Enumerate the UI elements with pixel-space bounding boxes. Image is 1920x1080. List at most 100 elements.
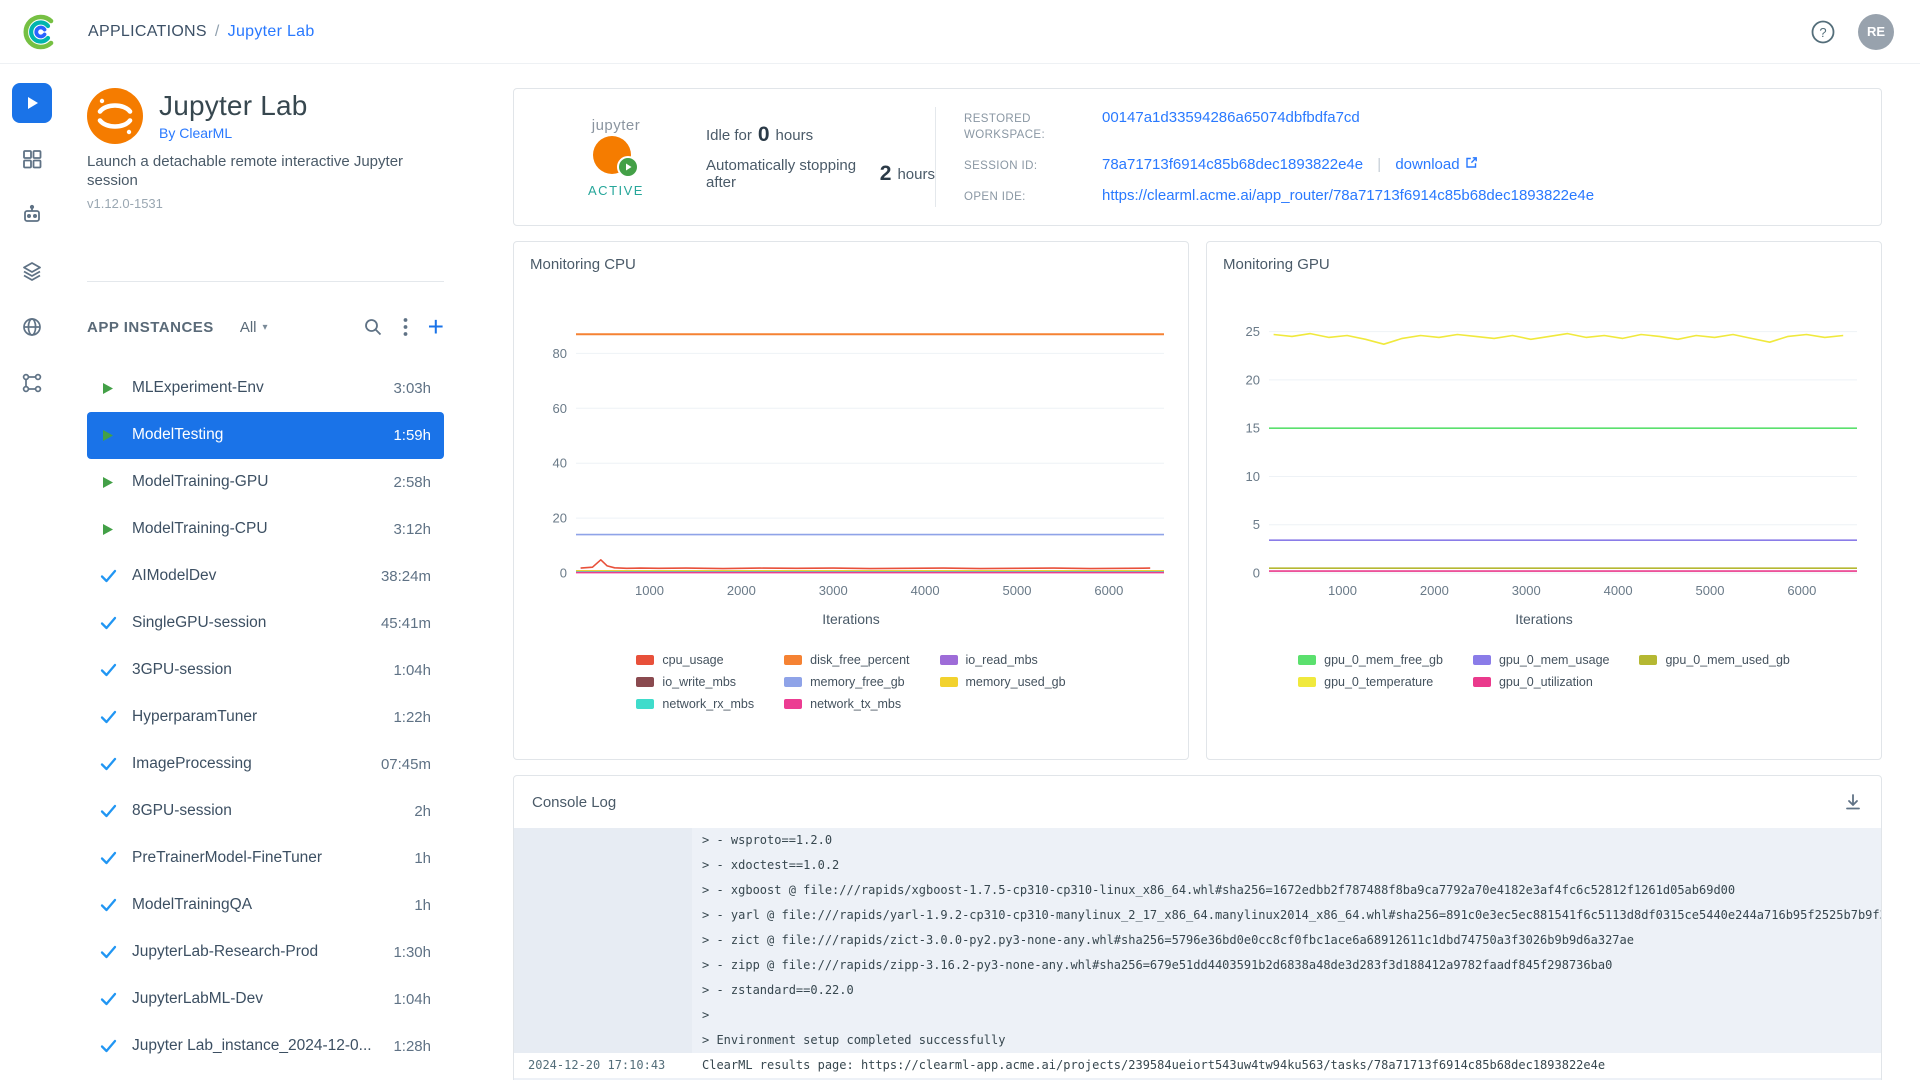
instance-row[interactable]: ModelTrainingQA1h (87, 882, 444, 929)
legend-swatch (636, 677, 654, 687)
legend-item-io_read_mbs[interactable]: io_read_mbs (940, 653, 1066, 667)
log-text: > - yarl @ file:///rapids/yarl-1.9.2-cp3… (692, 903, 1881, 928)
log-timestamp (514, 978, 692, 1003)
legend-item-disk_free_percent[interactable]: disk_free_percent (784, 653, 909, 667)
legend-item-memory_used_gb[interactable]: memory_used_gb (940, 675, 1066, 689)
instance-name: ModelTraining-GPU (132, 473, 393, 491)
log-text: ClearML results page: https://clearml-ap… (692, 1053, 1605, 1078)
instance-row[interactable]: HyperparamTuner1:22h (87, 694, 444, 741)
svg-text:40: 40 (553, 456, 567, 471)
rail-item-projects[interactable] (12, 139, 52, 179)
instance-duration: 3:03h (393, 380, 431, 397)
legend-item-gpu_0_utilization[interactable]: gpu_0_utilization (1473, 675, 1610, 689)
avatar[interactable]: RE (1858, 14, 1894, 50)
pipelines-icon (21, 372, 43, 394)
instances-header-label: APP INSTANCES (87, 319, 214, 336)
instance-duration: 1:04h (393, 662, 431, 679)
instance-duration: 1:59h (393, 427, 431, 444)
legend-item-network_rx_mbs[interactable]: network_rx_mbs (636, 697, 754, 711)
completed-check-icon (100, 710, 120, 724)
instance-row[interactable]: Jupyter Lab_instance_2024-12-0...1:08h (87, 1070, 444, 1080)
log-timestamp (514, 1003, 692, 1028)
breadcrumb-applications[interactable]: APPLICATIONS (88, 23, 207, 41)
completed-check-icon (100, 757, 120, 771)
svg-text:4000: 4000 (911, 583, 940, 598)
legend-item-memory_free_gb[interactable]: memory_free_gb (784, 675, 909, 689)
rail-item-reports[interactable] (12, 307, 52, 347)
open-ide-link[interactable]: https://clearml.acme.ai/app_router/78a71… (1102, 187, 1594, 204)
rail-item-workers[interactable] (12, 195, 52, 235)
completed-check-icon (100, 663, 120, 677)
legend-label: disk_free_percent (810, 653, 909, 667)
gpu-chart-plot: 0510152025100020003000400050006000 (1223, 279, 1867, 609)
legend-item-gpu_0_mem_usage[interactable]: gpu_0_mem_usage (1473, 653, 1610, 667)
console-log-output[interactable]: > - wsproto==1.2.0> - xdoctest==1.0.2> -… (514, 828, 1881, 1080)
svg-text:1000: 1000 (635, 583, 664, 598)
rail-item-pipelines[interactable] (12, 363, 52, 403)
rail-item-applications[interactable] (12, 83, 52, 123)
log-timestamp (514, 953, 692, 978)
instance-row[interactable]: Jupyter Lab_instance_2024-12-0...1:28h (87, 1023, 444, 1070)
svg-text:?: ? (1819, 25, 1826, 40)
instance-name: JupyterLabML-Dev (132, 990, 393, 1008)
restored-workspace-link[interactable]: 00147a1d33594286a65074dbfbdfa7cd (1102, 109, 1360, 126)
instance-row[interactable]: ModelTesting1:59h (87, 412, 444, 459)
legend-item-network_tx_mbs[interactable]: network_tx_mbs (784, 697, 909, 711)
kebab-menu-icon[interactable] (403, 317, 408, 337)
status-badge: ACTIVE (588, 183, 644, 198)
instances-filter-dropdown[interactable]: All ▾ (240, 319, 268, 336)
svg-text:1000: 1000 (1328, 583, 1357, 598)
legend-label: network_rx_mbs (662, 697, 754, 711)
field-pipe-divider: | (1377, 156, 1381, 173)
instance-row[interactable]: JupyterLabML-Dev1:04h (87, 976, 444, 1023)
clearml-logo[interactable] (14, 12, 66, 52)
legend-label: gpu_0_temperature (1324, 675, 1433, 689)
instance-name: Jupyter Lab_instance_2024-12-0... (132, 1037, 393, 1055)
search-icon[interactable] (363, 317, 383, 337)
instance-duration: 38:24m (381, 568, 431, 585)
session-id-link[interactable]: 78a71713f6914c85b68dec1893822e4e (1102, 156, 1363, 173)
legend-item-io_write_mbs[interactable]: io_write_mbs (636, 675, 754, 689)
instance-row[interactable]: ModelTraining-CPU3:12h (87, 506, 444, 553)
instance-duration: 3:12h (393, 521, 431, 538)
download-log-button[interactable] (1843, 792, 1863, 812)
log-row: > - zipp @ file:///rapids/zipp-3.16.2-py… (514, 953, 1881, 978)
instance-row[interactable]: MLExperiment-Env3:03h (87, 365, 444, 412)
instance-name: 3GPU-session (132, 661, 393, 679)
add-instance-button[interactable]: + (428, 315, 444, 339)
instance-row[interactable]: SingleGPU-session45:41m (87, 600, 444, 647)
legend-swatch (1298, 677, 1316, 687)
instance-row[interactable]: JupyterLab-Research-Prod1:30h (87, 929, 444, 976)
log-row: 2024-12-20 17:10:43ClearML results page:… (514, 1053, 1881, 1078)
svg-text:4000: 4000 (1604, 583, 1633, 598)
instance-row[interactable]: 8GPU-session2h (87, 788, 444, 835)
download-link[interactable]: download (1395, 156, 1477, 173)
legend-item-gpu_0_mem_free_gb[interactable]: gpu_0_mem_free_gb (1298, 653, 1443, 667)
help-icon[interactable]: ? (1810, 19, 1836, 45)
log-row: > - wsproto==1.2.0 (514, 828, 1881, 853)
legend-swatch (1298, 655, 1316, 665)
log-timestamp (514, 878, 692, 903)
instance-duration: 1h (414, 850, 431, 867)
running-play-icon (100, 381, 120, 396)
legend-swatch (636, 699, 654, 709)
jupyter-wordmark: jupyter (592, 117, 641, 134)
completed-check-icon (100, 1039, 120, 1053)
datasets-layers-icon (21, 260, 43, 282)
log-timestamp (514, 1028, 692, 1053)
svg-text:2000: 2000 (1420, 583, 1449, 598)
instance-row[interactable]: 3GPU-session1:04h (87, 647, 444, 694)
legend-item-gpu_0_mem_used_gb[interactable]: gpu_0_mem_used_gb (1639, 653, 1789, 667)
instance-row[interactable]: AIModelDev38:24m (87, 553, 444, 600)
legend-item-gpu_0_temperature[interactable]: gpu_0_temperature (1298, 675, 1443, 689)
svg-text:20: 20 (1246, 372, 1260, 387)
completed-check-icon (100, 804, 120, 818)
by-clearml-link[interactable]: By ClearML (159, 125, 232, 141)
instance-row[interactable]: PreTrainerModel-FineTuner1h (87, 835, 444, 882)
rail-item-datasets[interactable] (12, 251, 52, 291)
instance-name: ImageProcessing (132, 755, 381, 773)
instance-row[interactable]: ModelTraining-GPU2:58h (87, 459, 444, 506)
log-text: > - zict @ file:///rapids/zict-3.0.0-py2… (692, 928, 1634, 953)
legend-item-cpu_usage[interactable]: cpu_usage (636, 653, 754, 667)
instance-row[interactable]: ImageProcessing07:45m (87, 741, 444, 788)
